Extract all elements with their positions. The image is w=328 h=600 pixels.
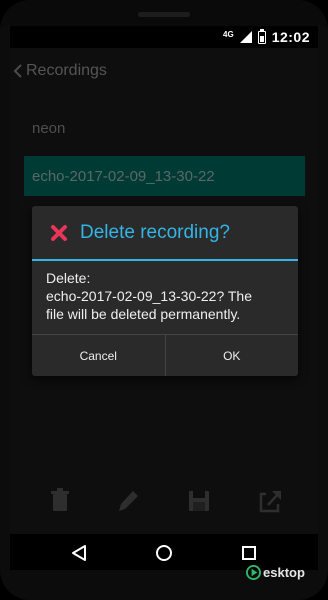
status-bar: 4G 12:02 — [10, 26, 318, 48]
speaker-grille — [138, 12, 190, 17]
back-icon[interactable] — [70, 544, 88, 562]
dialog-title: Delete recording? — [80, 221, 230, 243]
close-x-icon — [51, 224, 67, 241]
dialog-header: Delete recording? — [32, 206, 298, 261]
dialog-message-line: file will be deleted permanently. — [46, 306, 241, 322]
ok-button[interactable]: OK — [164, 335, 299, 376]
signal-icon — [239, 31, 252, 43]
dialog-button-bar: Cancel OK — [32, 334, 298, 376]
network-type: 4G — [223, 29, 234, 39]
delete-dialog: Delete recording? Delete: echo-2017-02-0… — [32, 206, 298, 376]
home-icon[interactable] — [155, 544, 173, 562]
phone-top-bezel — [0, 0, 328, 26]
dialog-message-line: echo-2017-02-09_13-30-22? The — [46, 288, 253, 304]
watermark-logo-icon — [246, 565, 261, 580]
recents-icon[interactable] — [240, 544, 258, 562]
dialog-message-line: Delete: — [46, 270, 91, 286]
app-screen: Recordings neon echo-2017-02-09_13-30-22… — [10, 48, 318, 534]
clock: 12:02 — [271, 29, 310, 45]
battery-icon — [257, 28, 266, 44]
cancel-button[interactable]: Cancel — [32, 335, 165, 376]
phone-frame: 4G 12:02 Recordings neon echo-2017-02-09… — [0, 0, 328, 600]
dialog-message: Delete: echo-2017-02-09_13-30-22? The fi… — [32, 261, 298, 333]
watermark-text: esktop — [263, 565, 305, 580]
watermark: esktop — [246, 565, 305, 580]
